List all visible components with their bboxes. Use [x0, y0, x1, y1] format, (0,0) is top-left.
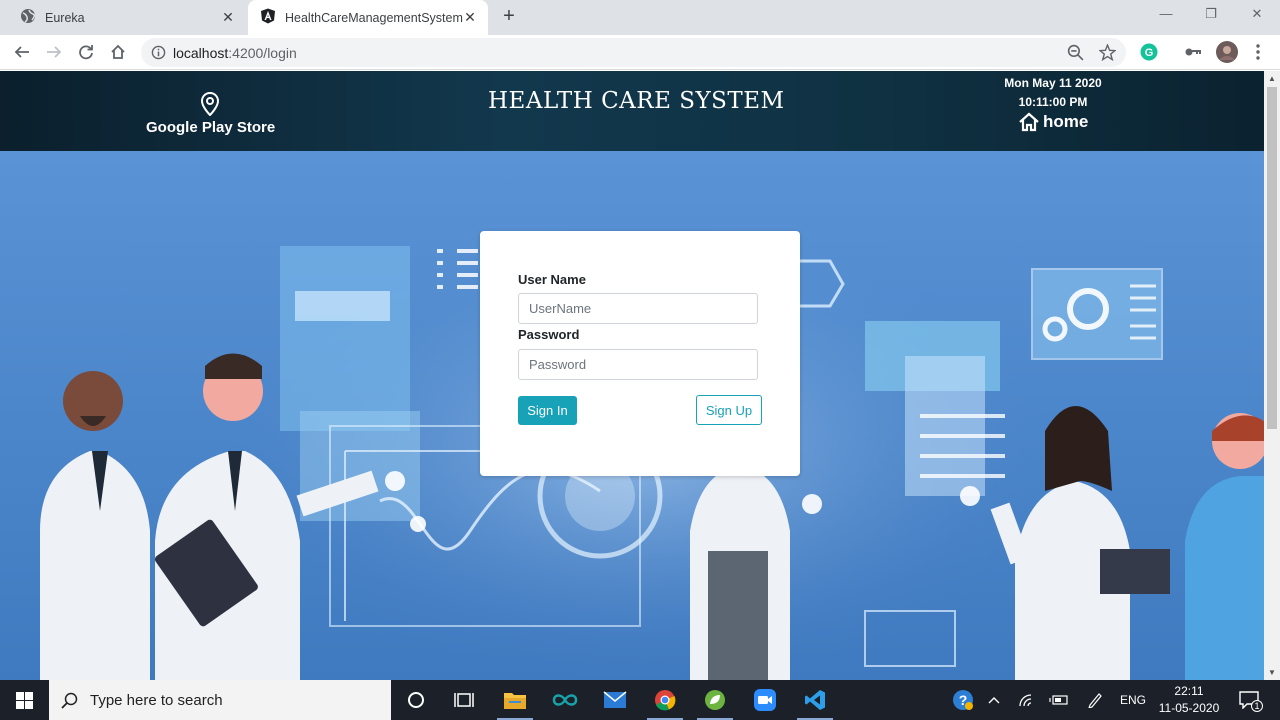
- grammarly-extension-icon[interactable]: G: [1139, 42, 1159, 62]
- bookmark-star-icon: [1099, 44, 1116, 61]
- browser-toolbar: localhost:4200/login G: [0, 35, 1280, 70]
- back-button[interactable]: [10, 40, 34, 64]
- date-text: Mon May 11 2020: [1004, 76, 1102, 90]
- tab-healthcare[interactable]: HealthCareManagementSystem ✕: [248, 0, 488, 35]
- search-icon: [61, 692, 78, 709]
- home-link[interactable]: home: [1018, 112, 1088, 132]
- doctor-figure: [690, 466, 790, 680]
- password-input[interactable]: [518, 349, 758, 380]
- scroll-down-arrow-icon[interactable]: ▼: [1268, 668, 1276, 677]
- username-input[interactable]: [518, 293, 758, 324]
- notification-center-button[interactable]: 1: [1234, 680, 1264, 720]
- reload-icon: [79, 45, 93, 60]
- home-link-label: home: [1043, 112, 1089, 131]
- login-card: User Name Password Sign In Sign Up: [480, 231, 800, 476]
- file-explorer-app[interactable]: [491, 680, 539, 720]
- forward-arrow-icon: [47, 46, 62, 58]
- chrome-icon: [655, 690, 676, 711]
- search-placeholder: Type here to search: [90, 691, 223, 709]
- globe-icon: [20, 8, 36, 27]
- zoom-app[interactable]: [741, 680, 789, 720]
- username-label: User Name: [518, 272, 586, 287]
- close-window-button[interactable]: ✕: [1246, 6, 1268, 22]
- clock-time: 22:11: [1174, 684, 1204, 698]
- windows-logo-icon: [15, 691, 33, 709]
- close-tab-icon[interactable]: ✕: [462, 9, 478, 26]
- windows-taskbar: Type here to search ? ENG 22:11 11-05-20…: [0, 680, 1280, 720]
- reload-button[interactable]: [74, 40, 98, 64]
- home-icon: [1019, 112, 1039, 132]
- spring-tool-suite-app[interactable]: [691, 680, 739, 720]
- close-tab-icon[interactable]: ✕: [220, 9, 236, 26]
- site-header: Google Play Store HEALTH CARE SYSTEM Mon…: [0, 71, 1264, 151]
- url-text: localhost:4200/login: [173, 45, 297, 61]
- time-text: 10:11:00 PM: [1018, 95, 1088, 109]
- avatar[interactable]: [1215, 40, 1239, 64]
- tab-title: Eureka: [45, 10, 85, 25]
- key-icon[interactable]: [1183, 42, 1203, 62]
- cortana-circle-icon: [408, 692, 424, 708]
- tab-eureka[interactable]: Eureka ✕: [8, 0, 246, 35]
- chrome-app[interactable]: [641, 680, 689, 720]
- clock-date: 11-05-2020: [1158, 701, 1220, 715]
- map-pin-icon: [200, 92, 220, 116]
- zoom-camera-icon: [754, 689, 776, 711]
- tab-title: HealthCareManagementSystem: [285, 10, 463, 25]
- start-button[interactable]: [0, 680, 48, 720]
- address-bar[interactable]: localhost:4200/login: [141, 38, 1126, 67]
- new-tab-button[interactable]: +: [498, 5, 520, 27]
- page-title: HEALTH CARE SYSTEM: [488, 88, 785, 114]
- arduino-app[interactable]: [541, 680, 589, 720]
- sign-in-button[interactable]: Sign In: [518, 396, 577, 425]
- vscode-app[interactable]: [791, 680, 839, 720]
- mail-app[interactable]: [591, 680, 639, 720]
- vscode-icon: [805, 690, 825, 710]
- url-host: localhost: [173, 45, 229, 61]
- angular-icon: [260, 8, 276, 27]
- folder-icon: [504, 693, 526, 709]
- wifi-icon[interactable]: [1016, 680, 1038, 720]
- spring-leaf-icon: [705, 690, 725, 710]
- url-path: :4200/login: [228, 45, 297, 61]
- browser-tab-strip: Eureka ✕ HealthCareManagementSystem ✕ + …: [0, 0, 1280, 35]
- help-tray-icon[interactable]: ?: [950, 680, 976, 720]
- page-scrollbar[interactable]: ▲ ▼: [1264, 71, 1280, 680]
- forward-button[interactable]: [42, 40, 66, 64]
- scroll-up-arrow-icon[interactable]: ▲: [1268, 74, 1276, 83]
- task-view-button[interactable]: [440, 680, 488, 720]
- svg-text:G: G: [1145, 47, 1154, 59]
- cortana-button[interactable]: [392, 680, 440, 720]
- scrollbar-thumb[interactable]: [1267, 87, 1277, 429]
- info-icon: [151, 45, 166, 60]
- restore-button[interactable]: ❐: [1200, 6, 1222, 22]
- infinity-icon: [552, 694, 578, 706]
- datetime-display: Mon May 11 2020 10:11:00 PM: [1000, 74, 1106, 112]
- notification-count: 1: [1251, 700, 1263, 712]
- battery-icon[interactable]: [1048, 680, 1070, 720]
- language-indicator[interactable]: ENG: [1116, 680, 1150, 720]
- home-icon: [111, 44, 125, 59]
- taskbar-clock[interactable]: 22:11 11-05-2020: [1152, 683, 1226, 717]
- chevron-up-icon[interactable]: [984, 680, 1004, 720]
- taskbar-search-box[interactable]: Type here to search: [49, 680, 391, 720]
- minimize-button[interactable]: —: [1155, 6, 1177, 21]
- page-viewport: Google Play Store HEALTH CARE SYSTEM Mon…: [0, 71, 1264, 680]
- password-label: Password: [518, 327, 580, 342]
- pen-icon[interactable]: [1084, 680, 1106, 720]
- home-button[interactable]: [106, 40, 130, 64]
- sign-up-button[interactable]: Sign Up: [696, 395, 762, 425]
- menu-dots-icon[interactable]: [1248, 42, 1268, 62]
- mail-icon: [603, 691, 627, 708]
- task-view-icon: [454, 693, 474, 707]
- google-play-store-link[interactable]: Google Play Store: [146, 119, 275, 136]
- back-arrow-icon: [14, 46, 29, 58]
- zoom-icon: [1067, 44, 1084, 61]
